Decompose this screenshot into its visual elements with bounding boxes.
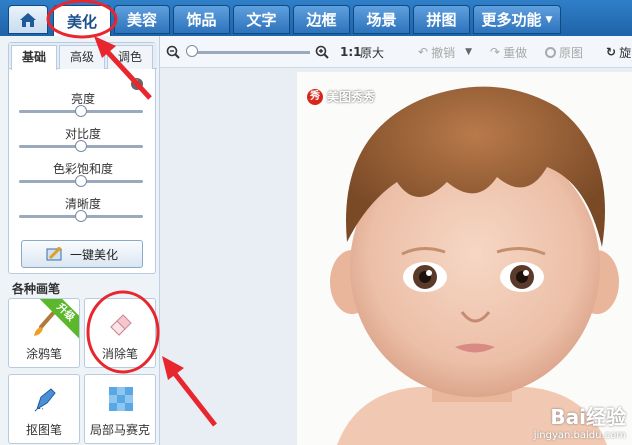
ratio-one-to-one-button[interactable]: 1:1 bbox=[340, 36, 362, 68]
rotate-icon: ↻ bbox=[606, 45, 617, 59]
rotate-button[interactable]: ↻ 旋 bbox=[606, 36, 631, 68]
one-key-beautify-button[interactable]: 一键美化 bbox=[21, 240, 143, 268]
left-panel: 基础 高级 调色 ! 亮度 对比度 色彩饱和度 清晰度 一键美化 各种画笔 升级… bbox=[0, 36, 160, 445]
cutout-pen-button[interactable]: 抠图笔 bbox=[8, 374, 80, 444]
tab-more-features[interactable]: 更多功能 ▼ bbox=[473, 5, 561, 34]
contrast-slider[interactable] bbox=[19, 140, 143, 152]
redo-icon: ↷ bbox=[490, 45, 501, 59]
slider-knob[interactable] bbox=[75, 175, 87, 187]
magic-brush-icon bbox=[46, 247, 62, 261]
tab-beauty[interactable]: 美容 bbox=[114, 5, 170, 34]
eraser-icon bbox=[110, 314, 132, 336]
home-icon bbox=[20, 12, 36, 27]
baidu-watermark: Bai经验 jingyan.baidu.com bbox=[533, 405, 626, 441]
home-button[interactable] bbox=[8, 5, 48, 34]
zoom-out-icon bbox=[166, 45, 180, 59]
doodle-brush-button[interactable]: 升级 涂鸦笔 bbox=[8, 298, 80, 368]
sub-tabs: 基础 高级 调色 bbox=[9, 43, 157, 70]
mosaic-button[interactable]: 局部马赛克 bbox=[84, 374, 156, 444]
watermark: 秀 美图秀秀 bbox=[307, 88, 375, 105]
top-tab-bar: 美化 美容 饰品 文字 边框 场景 拼图 更多功能 ▼ bbox=[0, 0, 632, 36]
tab-collage[interactable]: 拼图 bbox=[413, 5, 470, 34]
tab-accessories[interactable]: 饰品 bbox=[173, 5, 230, 34]
zoom-slider-knob[interactable] bbox=[186, 45, 198, 57]
zoom-in-button[interactable] bbox=[315, 36, 329, 68]
tab-scene[interactable]: 场景 bbox=[353, 5, 410, 34]
adjust-box: 基础 高级 调色 ! 亮度 对比度 色彩饱和度 清晰度 一键美化 bbox=[8, 42, 157, 274]
zoom-in-icon bbox=[315, 45, 329, 59]
canvas-area: 秀 美图秀秀 Bai经验 jingyan.baidu.com bbox=[160, 68, 632, 445]
eraser-brush-button[interactable]: 消除笔 bbox=[84, 298, 156, 368]
saturation-slider[interactable] bbox=[19, 175, 143, 187]
slider-knob[interactable] bbox=[75, 210, 87, 222]
mosaic-icon bbox=[109, 387, 133, 411]
redo-button[interactable]: ↷ 重做 bbox=[490, 36, 527, 68]
chevron-down-icon[interactable]: ▼ bbox=[465, 47, 472, 57]
tab-advanced[interactable]: 高级 bbox=[59, 45, 105, 69]
meitu-seal-icon: 秀 bbox=[307, 88, 323, 105]
tab-border[interactable]: 边框 bbox=[293, 5, 350, 34]
undo-button[interactable]: ↶ 撤销 ▼ bbox=[418, 36, 472, 68]
toolbar: 1:1 原大 ↶ 撤销 ▼ ↷ 重做 原图 ↻ 旋 bbox=[160, 36, 632, 68]
tab-color-grading[interactable]: 调色 bbox=[107, 45, 153, 69]
original-image-icon bbox=[545, 46, 556, 58]
undo-icon: ↶ bbox=[418, 45, 429, 59]
slider-knob[interactable] bbox=[75, 140, 87, 152]
brightness-slider[interactable] bbox=[19, 105, 143, 117]
zoom-slider[interactable] bbox=[188, 51, 310, 54]
brushes-title: 各种画笔 bbox=[12, 282, 61, 296]
sharpness-slider[interactable] bbox=[19, 210, 143, 222]
slider-knob[interactable] bbox=[75, 105, 87, 117]
photo[interactable]: 秀 美图秀秀 Bai经验 jingyan.baidu.com bbox=[297, 72, 632, 445]
chevron-down-icon: ▼ bbox=[545, 14, 553, 25]
original-image-button[interactable]: 原图 bbox=[545, 36, 583, 68]
pen-icon bbox=[34, 388, 56, 412]
tab-basic[interactable]: 基础 bbox=[11, 45, 57, 70]
info-icon[interactable]: ! bbox=[131, 78, 143, 90]
baby-photo-illustration bbox=[297, 72, 632, 445]
tab-text[interactable]: 文字 bbox=[233, 5, 290, 34]
zoom-out-button[interactable] bbox=[166, 36, 180, 68]
original-size-button[interactable]: 原大 bbox=[360, 36, 384, 68]
tab-beautify[interactable]: 美化 bbox=[53, 5, 111, 36]
